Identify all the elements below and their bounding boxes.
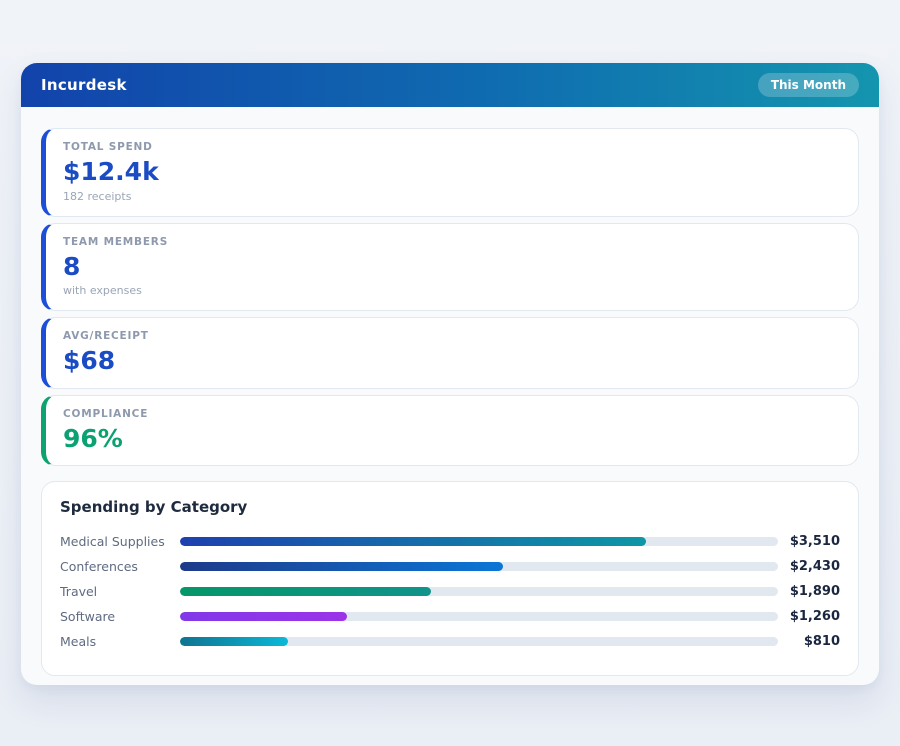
bar-track — [180, 612, 778, 621]
category-label: Conferences — [60, 559, 180, 574]
chart-row: Meals $810 — [60, 629, 840, 654]
bar-fill — [180, 587, 431, 596]
chart-card: Spending by Category Medical Supplies $3,… — [41, 481, 859, 676]
chart-rows: Medical Supplies $3,510 Conferences $2,430 T… — [60, 529, 840, 654]
amount-label: $2,430 — [778, 559, 840, 574]
stat-card: COMPLIANCE 96% — [41, 395, 859, 467]
category-label: Meals — [60, 634, 180, 649]
amount-label: $1,890 — [778, 584, 840, 599]
bar-fill — [180, 612, 347, 621]
stat-value: $68 — [63, 347, 841, 375]
app-header: Incurdesk This Month — [21, 63, 879, 107]
chart-row: Software $1,260 — [60, 604, 840, 629]
app-title: Incurdesk — [41, 76, 127, 94]
period-badge[interactable]: This Month — [758, 73, 859, 97]
bar-track — [180, 537, 778, 546]
app-container: Incurdesk This Month TOTAL SPEND $12.4k 18… — [21, 63, 879, 685]
bar-fill — [180, 637, 288, 646]
stats-list: TOTAL SPEND $12.4k 182 receipts TEAM MEMBER… — [41, 128, 859, 466]
bar-fill — [180, 562, 503, 571]
stat-subtext: with expenses — [63, 284, 841, 297]
stat-card: TOTAL SPEND $12.4k 182 receipts — [41, 128, 859, 217]
stat-subtext: 182 receipts — [63, 190, 841, 203]
amount-label: $1,260 — [778, 609, 840, 624]
stat-card: AVG/RECEIPT $68 — [41, 317, 859, 389]
bar-track — [180, 562, 778, 571]
amount-label: $3,510 — [778, 534, 840, 549]
stat-label: AVG/RECEIPT — [63, 330, 841, 342]
main-content: TOTAL SPEND $12.4k 182 receipts TEAM MEMBER… — [21, 107, 879, 685]
bar-track — [180, 637, 778, 646]
chart-row: Travel $1,890 — [60, 579, 840, 604]
stat-card: TEAM MEMBERS 8 with expenses — [41, 223, 859, 312]
stat-label: TEAM MEMBERS — [63, 236, 841, 248]
chart-row: Conferences $2,430 — [60, 554, 840, 579]
chart-row: Medical Supplies $3,510 — [60, 529, 840, 554]
bar-fill — [180, 537, 646, 546]
stat-value: 8 — [63, 253, 841, 281]
amount-label: $810 — [778, 634, 840, 649]
stat-label: COMPLIANCE — [63, 408, 841, 420]
stat-value: 96% — [63, 425, 841, 453]
category-label: Medical Supplies — [60, 534, 180, 549]
chart-title: Spending by Category — [60, 498, 840, 516]
stat-label: TOTAL SPEND — [63, 141, 841, 153]
bar-track — [180, 587, 778, 596]
stat-value: $12.4k — [63, 158, 841, 186]
category-label: Software — [60, 609, 180, 624]
category-label: Travel — [60, 584, 180, 599]
